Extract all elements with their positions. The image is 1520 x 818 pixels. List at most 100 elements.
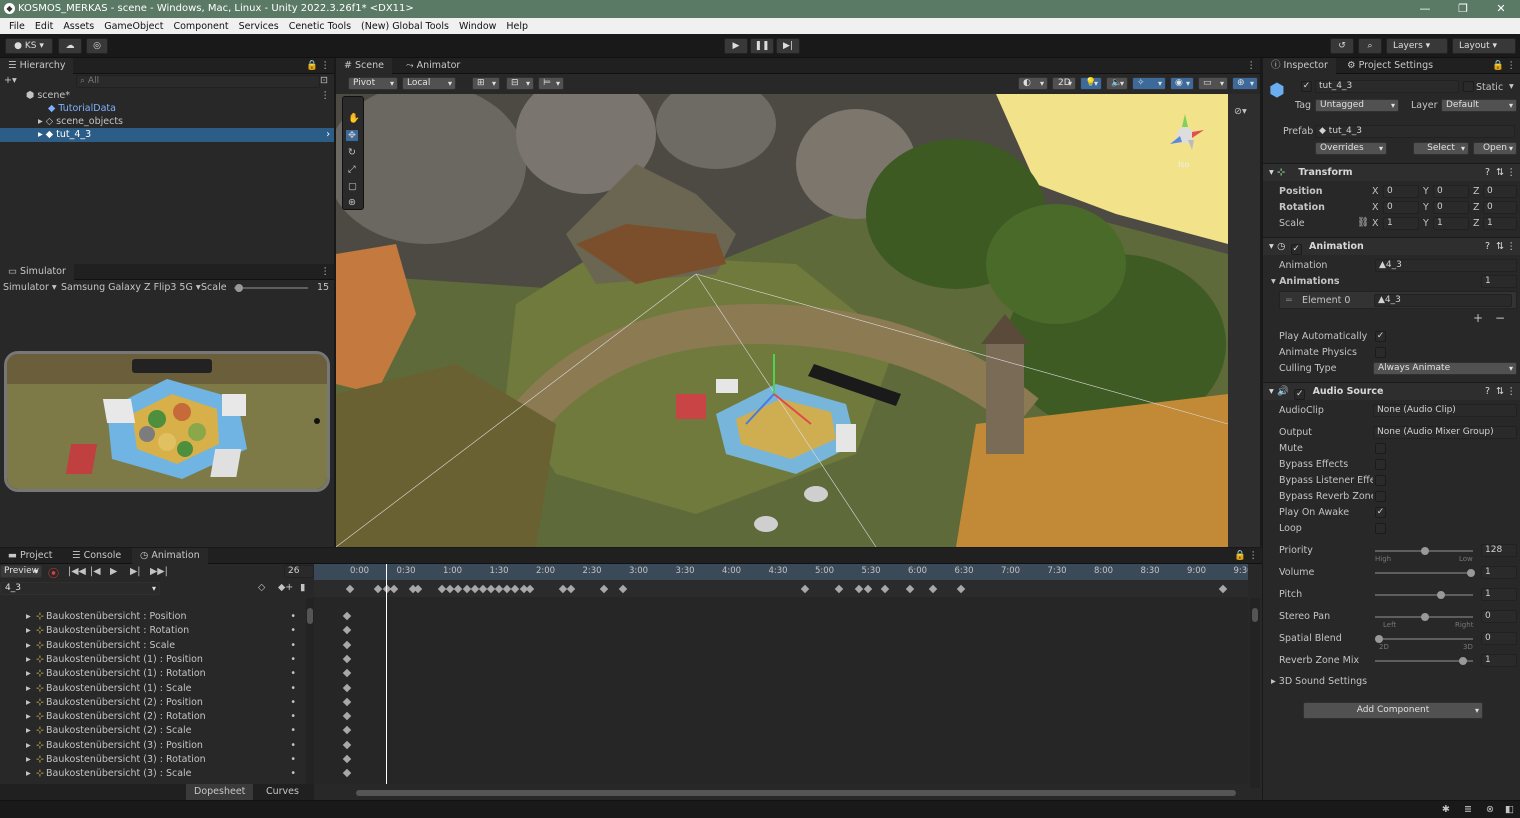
- priority-slider[interactable]: [1375, 547, 1473, 555]
- spatial-blend-slider[interactable]: [1375, 635, 1473, 643]
- account-button[interactable]: ● KS ▾: [5, 38, 53, 54]
- frame-field[interactable]: 26: [284, 565, 314, 578]
- layers-dropdown[interactable]: Layers ▾: [1386, 38, 1448, 54]
- track-keyframe[interactable]: [342, 626, 352, 635]
- stereo-pan-slider[interactable]: [1375, 613, 1473, 621]
- visibility-icon[interactable]: ◉: [1170, 77, 1194, 90]
- toggle-2d-button[interactable]: 2D: [1052, 77, 1076, 90]
- layer-dropdown[interactable]: Default: [1441, 99, 1517, 112]
- tab-simulator[interactable]: ▭ Simulator: [0, 264, 74, 280]
- cache-icon[interactable]: ◧: [1505, 804, 1514, 815]
- prev-key-icon[interactable]: |◀: [90, 566, 101, 577]
- scale-x-field[interactable]: 1: [1383, 217, 1419, 230]
- static-checkbox[interactable]: [1463, 81, 1474, 92]
- track-keyframe[interactable]: [342, 769, 352, 778]
- summary-keyframe[interactable]: [880, 584, 890, 594]
- snap-increment-icon[interactable]: ⊟: [506, 77, 534, 90]
- element-0-field[interactable]: ▲4_3: [1374, 294, 1512, 307]
- tab-inspector[interactable]: ⓘ Inspector: [1263, 58, 1336, 74]
- search-icon[interactable]: ⌕: [1358, 38, 1382, 54]
- rotation-x-field[interactable]: 0: [1383, 201, 1419, 214]
- volume-slider[interactable]: [1375, 569, 1475, 577]
- track-row[interactable]: ▸ ⊹ Baukostenübersicht (3) : Rotation •: [24, 753, 306, 767]
- menu-component[interactable]: Component: [168, 21, 233, 32]
- track-keyframe[interactable]: [342, 640, 352, 649]
- track-menu-icon[interactable]: •: [290, 696, 296, 710]
- culling-type-dropdown[interactable]: Always Animate: [1373, 362, 1517, 375]
- summary-keyframe[interactable]: [834, 584, 844, 594]
- hierarchy-item-tutorialdata[interactable]: ◆ TutorialData: [0, 102, 334, 116]
- tab-animator[interactable]: ⤳ Animator: [398, 58, 468, 74]
- scene-gizmo[interactable]: Iso: [1162, 112, 1208, 169]
- shading-mode-icon[interactable]: ◐: [1018, 77, 1048, 90]
- position-y-field[interactable]: 0: [1433, 185, 1469, 198]
- volume-field[interactable]: 1: [1481, 566, 1517, 579]
- hierarchy-item-scene-objects[interactable]: ▸ ◇ scene_objects: [0, 115, 334, 129]
- event-marker-icon[interactable]: ▮: [300, 582, 305, 593]
- track-keyframe[interactable]: [342, 668, 352, 678]
- move-tool-icon[interactable]: ✥: [346, 130, 358, 141]
- summary-keyframe[interactable]: [599, 584, 609, 594]
- loop-checkbox[interactable]: [1375, 523, 1386, 534]
- play-icon[interactable]: ▶: [110, 566, 117, 577]
- transform-tool-icon[interactable]: ⊛: [348, 197, 356, 208]
- bypass-reverb-checkbox[interactable]: [1375, 491, 1386, 502]
- lighting-icon[interactable]: 💡: [1080, 77, 1102, 90]
- tab-animation[interactable]: ◷ Animation: [132, 548, 208, 564]
- constrain-proportions-icon[interactable]: ⛓: [1357, 217, 1369, 228]
- summary-keyframe[interactable]: [373, 584, 383, 594]
- open-button[interactable]: Open: [1473, 142, 1517, 155]
- rotation-y-field[interactable]: 0: [1433, 201, 1469, 214]
- select-button[interactable]: Select: [1413, 142, 1469, 155]
- audio-icon[interactable]: 🔈: [1106, 77, 1128, 90]
- more-icon[interactable]: ⋮: [1247, 60, 1257, 71]
- track-keyframe[interactable]: [342, 683, 352, 692]
- play-button[interactable]: ▶: [724, 38, 748, 54]
- scale-slider-knob[interactable]: [235, 284, 243, 292]
- priority-slider-knob[interactable]: [1421, 547, 1429, 555]
- record-icon[interactable]: ⦿: [48, 565, 59, 581]
- lock-icon[interactable]: 🔒: [306, 60, 318, 71]
- menu-assets[interactable]: Assets: [58, 21, 99, 32]
- menu-global-tools[interactable]: (New) Global Tools: [356, 21, 454, 32]
- prefab-field[interactable]: ◆ tut_4_3: [1315, 125, 1515, 138]
- first-key-icon[interactable]: |◀◀: [68, 566, 86, 577]
- horizontal-scroll-thumb[interactable]: [356, 790, 1236, 796]
- gizmos-icon[interactable]: ⊕: [1232, 77, 1258, 90]
- track-row[interactable]: ▸ ⊹ Baukostenübersicht (3) : Position •: [24, 739, 306, 753]
- history-icon[interactable]: ↺: [1330, 38, 1354, 54]
- track-menu-icon[interactable]: •: [290, 682, 296, 696]
- bypass-effects-checkbox[interactable]: [1375, 459, 1386, 470]
- summary-keyframe[interactable]: [345, 584, 355, 594]
- track-menu-icon[interactable]: •: [290, 724, 296, 738]
- dopesheet-scrollbar[interactable]: [1250, 598, 1260, 788]
- minimize-icon[interactable]: —: [1406, 0, 1444, 18]
- lock-icon[interactable]: 🔒: [1234, 550, 1246, 561]
- scale-y-field[interactable]: 1: [1433, 217, 1469, 230]
- more-icon[interactable]: ⋮: [1507, 60, 1517, 71]
- bug-icon[interactable]: ✱: [1442, 804, 1450, 815]
- track-row[interactable]: ▸ ⊹ Baukostenübersicht : Position •: [24, 610, 306, 624]
- 3d-sound-settings-foldout[interactable]: ▸ 3D Sound Settings: [1271, 676, 1367, 687]
- track-list-scrollbar[interactable]: [306, 598, 314, 784]
- menu-gameobject[interactable]: GameObject: [99, 21, 168, 32]
- scene-more-icon[interactable]: ⋮: [321, 89, 331, 103]
- last-key-icon[interactable]: ▶▶|: [150, 566, 168, 577]
- preset-icon[interactable]: ⇅: [1496, 383, 1504, 401]
- play-on-awake-checkbox[interactable]: ✓: [1375, 507, 1386, 518]
- preview-toggle[interactable]: Preview: [0, 565, 42, 578]
- audio-source-header[interactable]: ▾ 🔊 ✓ Audio Source ? ⇅ ⋮: [1263, 382, 1520, 400]
- step-button[interactable]: ▶|: [776, 38, 800, 54]
- track-menu-icon[interactable]: •: [290, 667, 296, 681]
- remove-element-icon[interactable]: −: [1495, 311, 1505, 325]
- track-row[interactable]: ▸ ⊹ Baukostenübersicht (1) : Rotation •: [24, 667, 306, 681]
- menu-help[interactable]: Help: [501, 21, 533, 32]
- dopesheet-scroll-thumb[interactable]: [1252, 608, 1258, 622]
- summary-keyframe[interactable]: [525, 584, 535, 594]
- summary-keyframe[interactable]: [956, 584, 966, 594]
- overlay-menu-icon[interactable]: ⊘▾: [1234, 106, 1247, 117]
- curves-tab[interactable]: Curves: [258, 784, 307, 800]
- reverb-zone-mix-slider-knob[interactable]: [1459, 657, 1467, 665]
- track-row[interactable]: ▸ ⊹ Baukostenübersicht (1) : Scale •: [24, 682, 306, 696]
- rotate-tool-icon[interactable]: ↻: [348, 147, 356, 158]
